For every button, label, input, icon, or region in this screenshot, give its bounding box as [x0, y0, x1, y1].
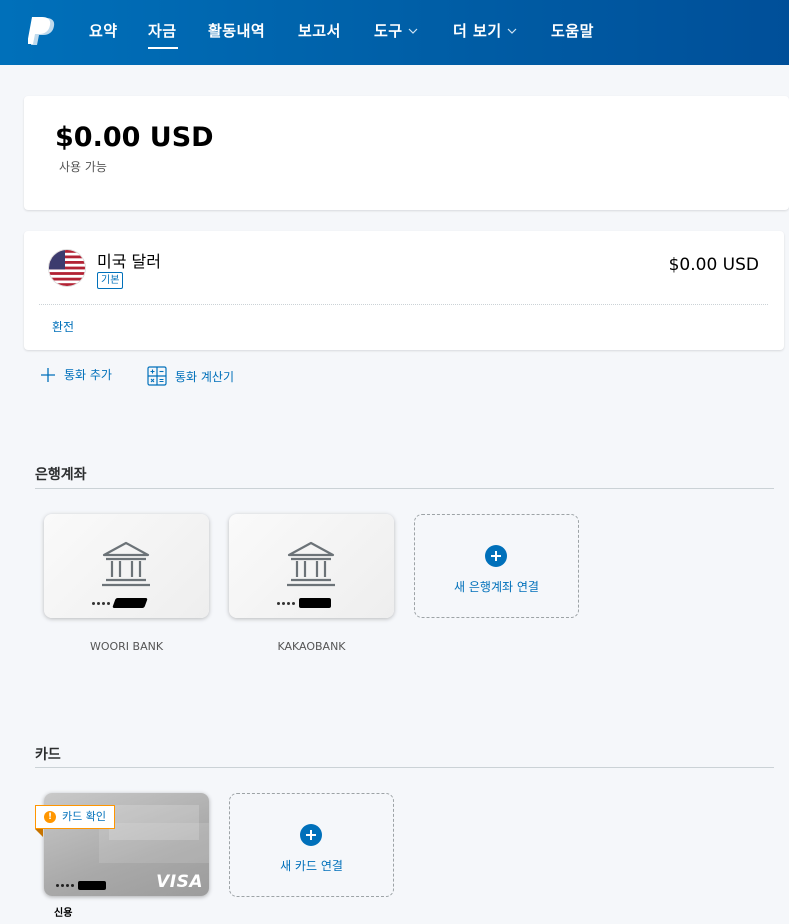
nav-label: 도구	[374, 22, 403, 40]
chevron-down-icon	[507, 28, 517, 34]
balance-amount: $0.00 USD	[55, 122, 214, 153]
bank-icon	[102, 541, 150, 587]
us-flag-icon	[49, 250, 85, 286]
nav-label: 자금	[148, 22, 177, 40]
divider	[39, 304, 768, 305]
plus-circle-icon	[485, 545, 507, 567]
currency-calculator-link[interactable]: 통화 계산기	[147, 366, 234, 386]
exchange-link[interactable]: 환전	[52, 318, 74, 335]
verify-card-label: 카드 확인	[62, 810, 106, 823]
add-currency-link[interactable]: 통화 추가	[40, 366, 112, 383]
nav-label: 요약	[89, 22, 118, 40]
bank-section-title: 은행계좌	[35, 467, 87, 483]
visa-logo: VISA	[156, 872, 203, 892]
verify-card-button[interactable]: ! 카드 확인	[35, 805, 115, 829]
tag-fold	[35, 829, 43, 837]
plus-circle-icon	[300, 824, 322, 846]
add-currency-label: 통화 추가	[64, 368, 112, 382]
balance-subtitle: 사용 가능	[59, 160, 107, 174]
nav-label: 더 보기	[453, 22, 502, 40]
add-bank-account-label: 새 은행계좌 연결	[454, 580, 539, 594]
paypal-logo-icon[interactable]	[28, 16, 56, 48]
primary-badge: 기본	[97, 272, 124, 289]
nav-item-tools[interactable]: 도구	[374, 20, 418, 41]
top-navigation: 요약 자금 활동내역 보고서 도구 더 보기 도움말	[0, 0, 789, 65]
add-bank-account-button[interactable]: 새 은행계좌 연결	[414, 514, 579, 618]
bank-name-label: KAKAOBANK	[277, 640, 346, 653]
card-type-label: 신용	[54, 908, 73, 919]
nav-label: 도움말	[551, 22, 594, 40]
card-pattern	[99, 823, 209, 863]
add-card-label: 새 카드 연결	[280, 859, 343, 873]
nav-active-indicator	[148, 47, 178, 49]
currency-calculator-label: 통화 계산기	[175, 369, 235, 384]
bank-icon	[287, 541, 335, 587]
nav-item-reports[interactable]: 보고서	[298, 20, 341, 41]
section-divider	[35, 488, 774, 489]
chevron-down-icon	[408, 28, 418, 34]
bank-name-label: WOORI BANK	[89, 640, 164, 653]
currency-amount: $0.00 USD	[668, 255, 759, 275]
add-card-button[interactable]: 새 카드 연결	[229, 793, 394, 897]
currency-card: 미국 달러 기본 $0.00 USD 환전	[24, 231, 784, 350]
nav-item-funds[interactable]: 자금	[148, 20, 177, 41]
currency-name: 미국 달러	[97, 252, 161, 271]
masked-card-number	[56, 881, 106, 890]
nav-item-more[interactable]: 더 보기	[453, 20, 517, 41]
warning-icon: !	[44, 811, 56, 823]
bank-account-tile[interactable]	[229, 514, 394, 618]
nav-label: 활동내역	[208, 22, 266, 40]
section-divider	[35, 767, 774, 768]
bank-account-tile[interactable]	[44, 514, 209, 618]
plus-icon	[41, 367, 55, 382]
balance-card: $0.00 USD 사용 가능	[24, 96, 789, 210]
calculator-icon	[147, 366, 167, 386]
card-section-title: 카드	[35, 747, 61, 763]
nav-item-help[interactable]: 도움말	[551, 20, 594, 41]
nav-label: 보고서	[298, 22, 341, 40]
nav-item-summary[interactable]: 요약	[89, 20, 118, 41]
masked-account-number	[92, 598, 148, 608]
masked-account-number	[277, 598, 331, 608]
nav-item-activity[interactable]: 활동내역	[208, 20, 265, 41]
